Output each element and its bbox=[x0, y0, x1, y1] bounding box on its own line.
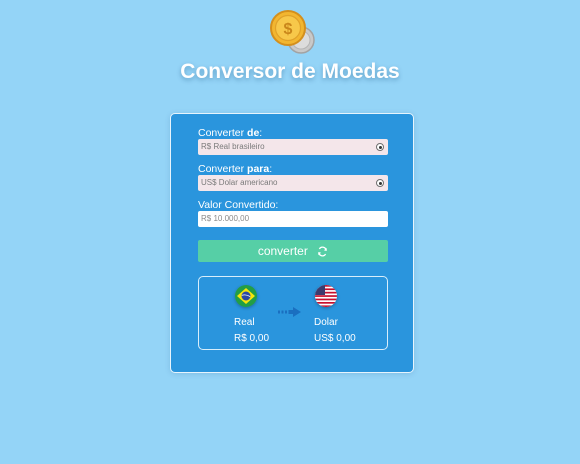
to-currency-name: Dolar bbox=[314, 317, 338, 328]
select-indicator-icon bbox=[376, 143, 384, 151]
convert-button[interactable]: converter bbox=[198, 240, 388, 262]
amount-input[interactable] bbox=[198, 211, 388, 227]
to-currency-select[interactable]: US$ Dolar americano bbox=[198, 175, 388, 191]
to-currency-amount: US$ 0,00 bbox=[314, 333, 356, 344]
select-indicator-icon bbox=[376, 179, 384, 187]
to-label: Converter para: bbox=[198, 163, 273, 175]
from-label: Converter de: bbox=[198, 127, 263, 139]
from-currency-name: Real bbox=[234, 317, 255, 328]
converter-card: Converter de: R$ Real brasileiro Convert… bbox=[170, 113, 414, 373]
from-currency-select[interactable]: R$ Real brasileiro bbox=[198, 139, 388, 155]
page-title: Conversor de Moedas bbox=[180, 60, 400, 83]
amount-label: Valor Convertido: bbox=[198, 199, 279, 211]
to-currency-value: US$ Dolar americano bbox=[201, 178, 278, 187]
brazil-flag-icon bbox=[235, 285, 257, 307]
coin-symbol: $ bbox=[284, 21, 293, 38]
refresh-icon bbox=[318, 246, 328, 257]
conversion-result-panel: Real R$ 0,00 Dolar US$ 0,00 bbox=[198, 276, 388, 350]
from-currency-amount: R$ 0,00 bbox=[234, 333, 270, 344]
arrow-right-icon bbox=[278, 307, 301, 317]
coins-icon: $ bbox=[270, 10, 315, 54]
from-currency-value: R$ Real brasileiro bbox=[201, 142, 265, 151]
usa-flag-icon bbox=[315, 285, 337, 307]
convert-button-label: converter bbox=[257, 244, 308, 258]
